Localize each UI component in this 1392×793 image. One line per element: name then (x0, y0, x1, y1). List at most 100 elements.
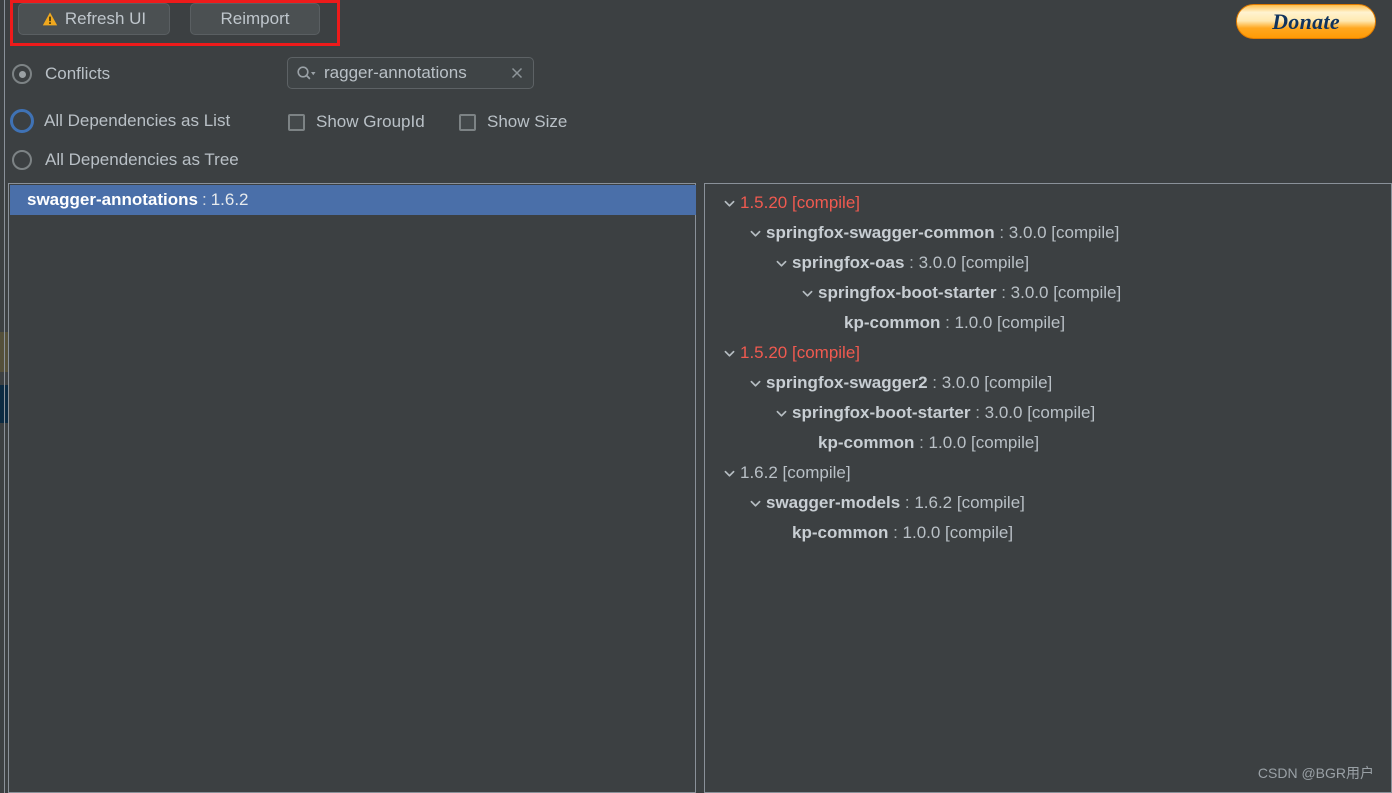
dependency-tree-panel[interactable]: 1.5.20 [compile] springfox-swagger-common… (704, 183, 1392, 793)
tree-node-separator: : (914, 433, 929, 452)
tree-row[interactable]: springfox-swagger2 : 3.0.0 [compile] (706, 368, 1392, 398)
checkbox-show-groupid[interactable]: Show GroupId (288, 112, 425, 132)
tree-node-artifact: springfox-boot-starter (792, 403, 971, 422)
reimport-button[interactable]: Reimport (190, 3, 320, 35)
radio-icon (10, 109, 34, 133)
chevron-down-icon[interactable] (796, 278, 818, 308)
tree-node-separator: : (904, 253, 919, 272)
maven-dependency-analyzer-window: Refresh UI Reimport Donate Conflicts All… (0, 0, 1392, 793)
tree-node-label: springfox-oas : 3.0.0 [compile] (792, 253, 1029, 273)
tree-node-version: 3.0.0 [compile] (918, 253, 1030, 272)
donate-label: Donate (1272, 8, 1340, 34)
tree-node-version: 3.0.0 [compile] (1008, 223, 1120, 242)
tree-node-label: 1.5.20 [compile] (740, 343, 860, 363)
tree-node-separator: : (970, 403, 985, 422)
tree-node-label: kp-common : 1.0.0 [compile] (792, 523, 1013, 543)
tree-row[interactable]: springfox-boot-starter : 3.0.0 [compile] (706, 398, 1392, 428)
tree-node-version: 1.0.0 [compile] (902, 523, 1014, 542)
tree-node-version: 3.0.0 [compile] (941, 373, 1053, 392)
search-icon[interactable] (296, 65, 316, 81)
tree-node-artifact: kp-common (792, 523, 889, 542)
tree-node-artifact: springfox-swagger-common (766, 223, 995, 242)
reimport-label: Reimport (220, 9, 290, 28)
chevron-down-icon[interactable] (744, 368, 766, 398)
watermark: CSDN @BGR用户 (1257, 765, 1374, 781)
list-item[interactable]: swagger-annotations : 1.6.2 (10, 185, 696, 215)
tree-row[interactable]: kp-common : 1.0.0 [compile] (706, 428, 1392, 458)
radio-dot-icon (18, 70, 26, 78)
tree-node-version: 3.0.0 [compile] (984, 403, 1096, 422)
donate-button[interactable]: Donate (1236, 4, 1376, 39)
tree-row[interactable]: kp-common : 1.0.0 [compile] (706, 518, 1392, 548)
tree-node-separator: : (888, 523, 903, 542)
radio-icon (12, 64, 32, 84)
tree-node-version: 1.5.20 [compile] (740, 193, 861, 212)
radio-all-dependencies-as-tree-label: All Dependencies as Tree (45, 150, 239, 169)
tree-node-artifact: kp-common (818, 433, 915, 452)
list-item-separator: : (201, 190, 207, 209)
toolbar: Refresh UI Reimport Donate (0, 0, 1392, 47)
tree-node-label: springfox-boot-starter : 3.0.0 [compile] (818, 283, 1121, 303)
refresh-ui-button[interactable]: Refresh UI (18, 3, 170, 35)
tree-row[interactable]: 1.5.20 [compile] (706, 338, 1392, 368)
checkbox-show-size[interactable]: Show Size (459, 112, 567, 132)
tree-node-separator: : (927, 373, 942, 392)
checkbox-icon (288, 113, 305, 131)
radio-all-dependencies-as-list[interactable]: All Dependencies as List (10, 109, 230, 133)
tree-node-separator: : (996, 283, 1011, 302)
search-field[interactable]: ragger-annotations (287, 57, 534, 89)
tree-node-version: 1.6.2 [compile] (740, 463, 851, 482)
tree-node-version: 1.5.20 [compile] (740, 343, 861, 362)
clear-icon[interactable] (509, 65, 525, 81)
tree-node-label: springfox-boot-starter : 3.0.0 [compile] (792, 403, 1095, 423)
tree-node-version: 1.6.2 [compile] (914, 493, 1025, 512)
tree-row[interactable]: swagger-models : 1.6.2 [compile] (706, 488, 1392, 518)
tree-node-label: swagger-models : 1.6.2 [compile] (766, 493, 1025, 513)
list-item-artifact: swagger-annotations (27, 190, 198, 209)
radio-conflicts[interactable]: Conflicts (12, 64, 110, 84)
tree-node-separator: : (994, 223, 1009, 242)
warning-triangle-icon (42, 11, 58, 27)
tree-node-artifact: springfox-oas (792, 253, 905, 272)
tree-row[interactable]: kp-common : 1.0.0 [compile] (706, 308, 1392, 338)
chevron-down-icon[interactable] (770, 248, 792, 278)
tree-node-artifact: swagger-models (766, 493, 901, 512)
dependency-list-panel[interactable]: swagger-annotations : 1.6.2 (8, 183, 696, 793)
tree-row[interactable]: springfox-swagger-common : 3.0.0 [compil… (706, 218, 1392, 248)
checkbox-show-groupid-label: Show GroupId (316, 112, 425, 131)
refresh-ui-label: Refresh UI (64, 9, 147, 28)
chevron-down-icon[interactable] (718, 458, 740, 488)
dependency-tree: 1.5.20 [compile] springfox-swagger-common… (706, 188, 1392, 548)
chevron-down-icon[interactable] (744, 488, 766, 518)
chevron-down-icon[interactable] (718, 188, 740, 218)
tree-node-artifact: kp-common (844, 313, 941, 332)
gutter-divider-line (4, 0, 5, 793)
radio-icon (12, 150, 32, 170)
radio-conflicts-label: Conflicts (45, 64, 111, 83)
tree-node-separator: : (900, 493, 915, 512)
list-item-version: 1.6.2 (210, 190, 249, 209)
tree-node-version: 1.0.0 [compile] (954, 313, 1066, 332)
chevron-down-icon[interactable] (744, 218, 766, 248)
tree-node-version: 1.0.0 [compile] (928, 433, 1040, 452)
chevron-down-icon[interactable] (718, 338, 740, 368)
tree-node-separator: : (940, 313, 955, 332)
tree-node-label: kp-common : 1.0.0 [compile] (818, 433, 1039, 453)
tree-row[interactable]: springfox-boot-starter : 3.0.0 [compile] (706, 278, 1392, 308)
tree-node-label: 1.6.2 [compile] (740, 463, 851, 483)
tree-row[interactable]: springfox-oas : 3.0.0 [compile] (706, 248, 1392, 278)
tree-row[interactable]: 1.6.2 [compile] (706, 458, 1392, 488)
tree-node-artifact: springfox-boot-starter (818, 283, 997, 302)
search-input[interactable]: ragger-annotations (324, 63, 505, 83)
tree-node-label: springfox-swagger2 : 3.0.0 [compile] (766, 373, 1052, 393)
tree-node-label: kp-common : 1.0.0 [compile] (844, 313, 1065, 333)
chevron-down-icon[interactable] (770, 398, 792, 428)
radio-all-dependencies-as-tree[interactable]: All Dependencies as Tree (12, 150, 239, 170)
checkbox-show-size-label: Show Size (487, 112, 568, 131)
checkbox-icon (459, 113, 476, 131)
tree-row[interactable]: 1.5.20 [compile] (706, 188, 1392, 218)
radio-all-dependencies-as-list-label: All Dependencies as List (44, 111, 231, 130)
tree-node-version: 3.0.0 [compile] (1010, 283, 1122, 302)
